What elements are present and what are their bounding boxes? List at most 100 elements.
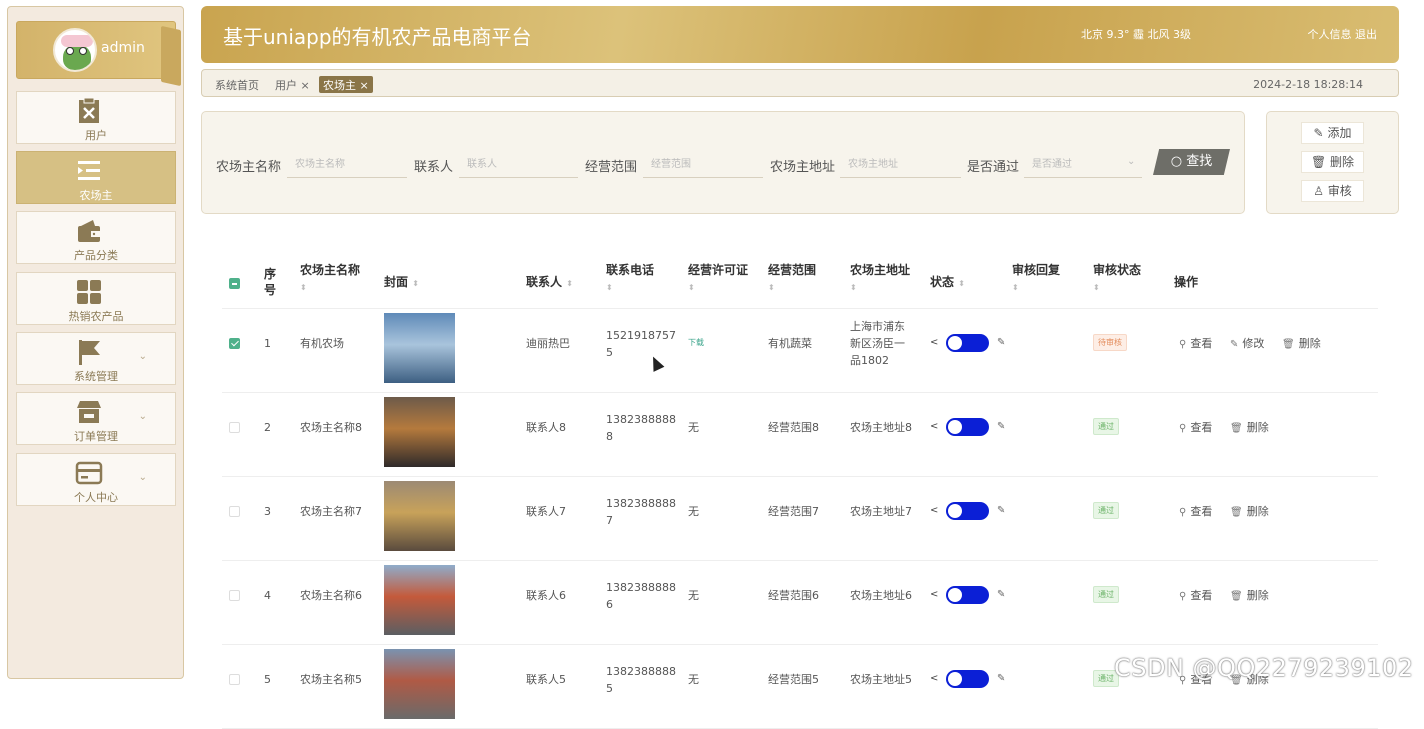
edit-icon[interactable]: ✎ [997, 337, 1005, 348]
avatar [53, 28, 97, 72]
grid-icon [77, 280, 101, 304]
cover-image[interactable] [384, 481, 455, 551]
search-icon: ⚲ [1179, 591, 1187, 602]
status-toggle[interactable] [946, 418, 989, 436]
cover-image[interactable] [384, 397, 455, 467]
edit-icon[interactable]: ✎ [997, 505, 1005, 516]
address-input[interactable] [840, 152, 961, 178]
pass-select[interactable] [1024, 152, 1142, 178]
sidebar-item-label: 农场主 [79, 189, 113, 202]
col-reply[interactable]: 审核回复 ⬍ [1012, 262, 1060, 296]
edit-icon[interactable]: ✎ [997, 421, 1005, 432]
cover-image[interactable] [384, 313, 455, 383]
row-checkbox[interactable] [229, 422, 240, 433]
sort-icon: ⬍ [688, 283, 695, 292]
sort-icon: ⬍ [566, 279, 573, 288]
sidebar-item-orders[interactable]: 订单管理 ⌄ [16, 392, 176, 445]
scope-input[interactable] [643, 152, 763, 178]
sidebar-item-users[interactable]: 用户 [16, 91, 176, 144]
status-toggle[interactable] [946, 334, 989, 352]
edit-icon[interactable]: ✎ [997, 589, 1005, 600]
contact-input[interactable] [459, 152, 578, 178]
find-button[interactable]: ○ 查找 [1153, 149, 1230, 175]
review-button[interactable]: ♙ 审核 [1301, 180, 1364, 202]
row-checkbox[interactable] [229, 338, 240, 349]
scope: 有机蔬菜 [768, 337, 812, 350]
col-license[interactable]: 经营许可证 ⬍ [688, 262, 748, 296]
col-address[interactable]: 农场主地址 ⬍ [850, 262, 910, 296]
row-checkbox[interactable] [229, 590, 240, 601]
search-icon: ⚲ [1179, 507, 1187, 518]
header-links: 个人信息 退出 [1308, 26, 1378, 42]
delete-row-button[interactable]: 🗑 删除 [1230, 503, 1269, 519]
tag-home[interactable]: 系统首页 [215, 77, 259, 93]
col-cover[interactable]: 封面 ⬍ [384, 274, 419, 292]
top-header: 基于uniapp的有机农产品电商平台 北京 9.3° 霾 北风 3级 个人信息 … [201, 6, 1399, 63]
edit-icon: ✎ [1230, 339, 1239, 350]
profile-link[interactable]: 个人信息 [1308, 28, 1352, 41]
license-download-link[interactable]: 下载 [688, 337, 704, 348]
add-label: 添加 [1327, 126, 1352, 140]
status-toggle[interactable] [946, 502, 989, 520]
view-button[interactable]: ⚲ 查看 [1179, 503, 1212, 519]
farmer-name: 农场主名称6 [300, 589, 362, 602]
delete-button[interactable]: 🗑 删除 [1301, 151, 1364, 173]
phone: 13823888887 [606, 497, 676, 527]
trash-icon: 🗑 [1310, 155, 1327, 169]
select-all-checkbox[interactable] [229, 278, 240, 289]
view-button[interactable]: ⚲ 查看 [1179, 335, 1212, 351]
col-review-status[interactable]: 审核状态 ⬍ [1093, 262, 1141, 296]
sidebar-item-category[interactable]: 产品分类 [16, 211, 176, 264]
status-toggle[interactable] [946, 670, 989, 688]
trash-icon: 🗑 [1230, 507, 1243, 518]
clipboard-x-icon [79, 97, 99, 123]
status-toggle[interactable] [946, 586, 989, 604]
row-checkbox[interactable] [229, 506, 240, 517]
view-button[interactable]: ⚲ 查看 [1179, 587, 1212, 603]
sidebar-item-farmer[interactable]: 农场主 [16, 151, 176, 204]
delete-row-button[interactable]: 🗑 删除 [1230, 419, 1269, 435]
col-scope[interactable]: 经营范围 ⬍ [768, 262, 816, 296]
sidebar-item-system[interactable]: 系统管理 ⌄ [16, 332, 176, 385]
weather-info: 北京 9.3° 霾 北风 3级 [1081, 28, 1191, 41]
review-status-badge: 通过 [1093, 418, 1119, 435]
cover-image[interactable] [384, 565, 455, 635]
sidebar-item-profile[interactable]: 个人中心 ⌄ [16, 453, 176, 506]
row-checkbox[interactable] [229, 674, 240, 685]
sort-icon: ⬍ [1012, 283, 1019, 292]
cover-image[interactable] [384, 649, 455, 719]
tag-farmer[interactable]: 农场主 × [319, 76, 373, 93]
logout-link[interactable]: 退出 [1355, 28, 1377, 41]
search-label-pass: 是否通过 [967, 160, 1020, 175]
delete-row-button[interactable]: 🗑 删除 [1230, 587, 1269, 603]
review-status-badge: 待审核 [1093, 334, 1127, 351]
edit-row-button[interactable]: ✎ 修改 [1230, 335, 1264, 351]
col-contact[interactable]: 联系人 ⬍ [526, 274, 573, 292]
view-button[interactable]: ⚲ 查看 [1179, 419, 1212, 435]
address: 农场主地址8 [850, 421, 912, 434]
edit-icon[interactable]: ✎ [997, 673, 1005, 684]
sort-icon: ⬍ [606, 283, 613, 292]
farmer-name: 农场主名称5 [300, 673, 362, 686]
sidebar-item-hot-products[interactable]: 热销农产品 [16, 272, 176, 325]
trash-icon: 🗑 [1230, 591, 1243, 602]
user-card[interactable]: admin [16, 21, 181, 87]
col-status[interactable]: 状态 ⬍ [930, 274, 965, 292]
sidebar-item-label: 系统管理 [74, 370, 118, 383]
contact: 联系人8 [526, 421, 566, 434]
find-label: 查找 [1186, 154, 1213, 169]
share-icon: < [930, 673, 939, 684]
search-icon: ○ [1170, 154, 1183, 169]
table-row: 2 农场主名称8 联系人8 13823888888 无 经营范围8 农场主地址8 < ✎ 通过 ⚲ 查… [222, 393, 1378, 477]
sidebar-item-label: 个人中心 [74, 491, 118, 504]
tag-users[interactable]: 用户 × [275, 77, 310, 93]
col-name[interactable]: 农场主名称 ⬍ [300, 262, 360, 296]
trash-icon: 🗑 [1230, 423, 1243, 434]
farmer-name-input[interactable] [287, 152, 407, 178]
col-phone[interactable]: 联系电话 ⬍ [606, 262, 654, 296]
license: 无 [688, 421, 699, 434]
contact: 迪丽热巴 [526, 337, 570, 350]
delete-row-button[interactable]: 🗑 删除 [1282, 335, 1321, 351]
contact: 联系人7 [526, 505, 566, 518]
add-button[interactable]: ✎ 添加 [1301, 122, 1364, 144]
